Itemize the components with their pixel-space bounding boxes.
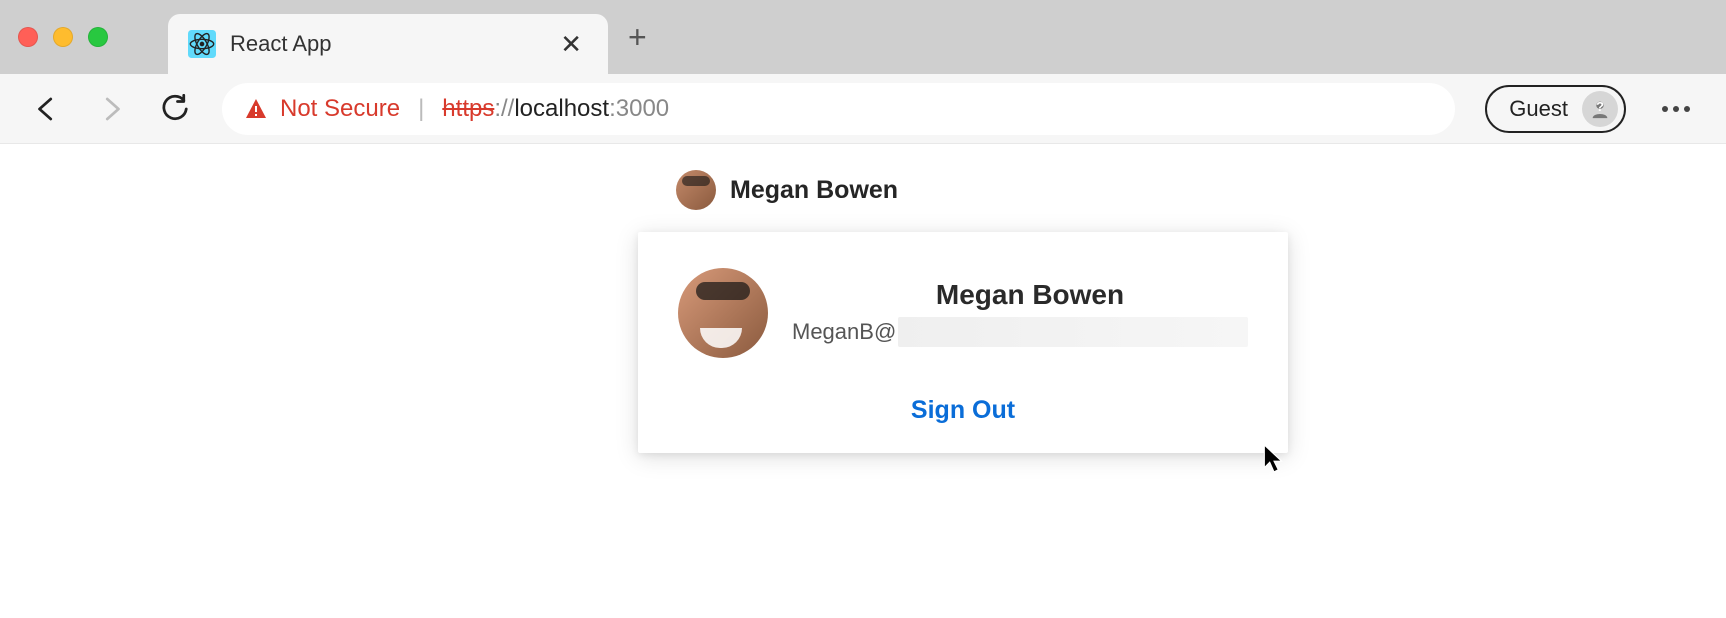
page-content: Megan Bowen Megan Bowen MeganB@ Sign Out [0,144,1726,618]
profile-info-row: Megan Bowen MeganB@ [678,268,1248,358]
tab-bar: React App ✕ + [0,0,1726,74]
new-tab-button[interactable]: + [628,21,647,53]
sign-out-button[interactable]: Sign Out [678,396,1248,425]
url-input[interactable]: Not Secure | https://localhost:3000 [222,83,1455,135]
browser-chrome: React App ✕ + Not Secure | https://local… [0,0,1726,144]
email-prefix: MeganB@ [792,319,896,345]
svg-text:?: ? [1596,98,1604,113]
security-status: Not Secure [280,95,400,123]
profile-email: MeganB@ [792,317,1248,347]
profile-name: Megan Bowen [812,279,1248,311]
url-scheme: https [442,95,494,122]
window-minimize-button[interactable] [53,27,73,47]
user-header[interactable]: Megan Bowen [676,170,898,210]
more-menu-button[interactable] [1656,100,1696,118]
url-text: https://localhost:3000 [442,95,669,123]
window-controls [18,27,108,47]
close-tab-icon[interactable]: ✕ [554,31,588,57]
window-maximize-button[interactable] [88,27,108,47]
address-bar: Not Secure | https://localhost:3000 Gues… [0,74,1726,144]
window-close-button[interactable] [18,27,38,47]
url-port: :3000 [609,95,669,122]
react-icon [188,30,216,58]
profile-info: Megan Bowen MeganB@ [792,279,1248,347]
profile-avatar-icon: ? [1582,91,1618,127]
avatar-large [678,268,768,358]
email-redacted [898,317,1248,347]
url-host: localhost [514,95,609,122]
user-display-name: Megan Bowen [730,176,898,205]
browser-tab[interactable]: React App ✕ [168,14,608,74]
profile-flyout: Megan Bowen MeganB@ Sign Out [638,232,1288,453]
reload-button[interactable] [158,92,192,126]
back-button[interactable] [30,92,64,126]
profile-button[interactable]: Guest ? [1485,85,1626,133]
avatar [676,170,716,210]
warning-icon [244,97,268,121]
forward-button[interactable] [94,92,128,126]
profile-label: Guest [1509,96,1568,122]
divider: | [418,95,424,123]
url-separator: :// [494,95,514,122]
tab-title: React App [230,31,540,57]
